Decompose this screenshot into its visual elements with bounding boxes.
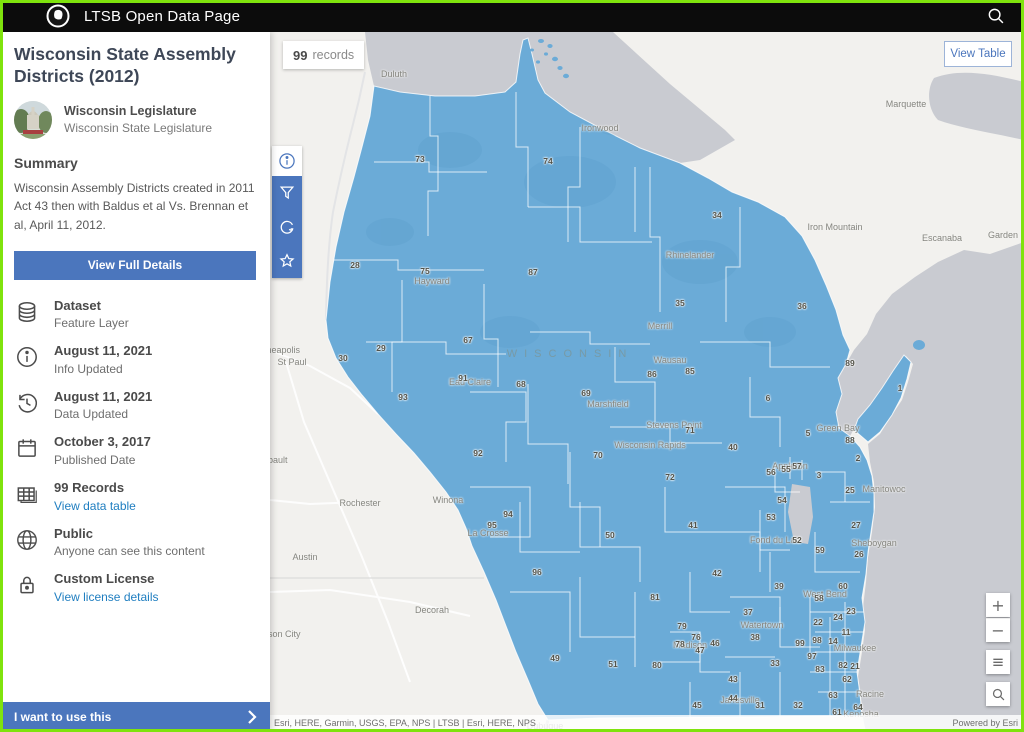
records-label: records [312,48,354,62]
meta-sub: Feature Layer [54,316,129,330]
i-want-to-use-this-bar[interactable]: I want to use this [0,702,270,732]
org-name[interactable]: Wisconsin Legislature [64,104,212,118]
meta-title: Dataset [54,298,129,314]
zoom-out-button[interactable]: − [986,618,1010,642]
ltsb-open-data-page: LTSB Open Data Page Wisconsin State Asse… [0,0,1024,732]
meta-dataset: Dataset Feature Layer [14,298,256,331]
filter-tool-button[interactable] [272,176,302,210]
meta-title: 99 Records [54,480,136,496]
summary-heading: Summary [14,155,256,171]
magnifier-icon [991,687,1006,702]
chevron-right-icon [246,709,258,725]
metadata-list: Dataset Feature Layer August 11, 2021 In… [14,298,256,604]
meta-data-updated: August 11, 2021 Data Updated [14,389,256,422]
attribution-text: Esri, HERE, Garmin, USGS, EPA, NPS | LTS… [274,718,536,728]
meta-published: October 3, 2017 Published Date [14,434,256,467]
zoom-in-button[interactable]: + [986,593,1010,617]
meta-sub: Anyone can see this content [54,544,205,558]
map-toolbar [272,146,302,278]
cta-label: I want to use this [14,710,111,724]
meta-license: Custom License View license details [14,571,256,604]
filter-funnel-icon [277,183,297,203]
meta-info-updated: August 11, 2021 Info Updated [14,343,256,376]
globe-icon [14,527,40,553]
meta-records: 99 Records View data table [14,480,256,513]
legend-list-icon [990,654,1006,670]
meta-sub: Published Date [54,453,151,467]
meta-title: Custom License [54,571,159,587]
ltsb-logo-icon[interactable] [46,4,70,28]
app-header: LTSB Open Data Page [0,0,1024,32]
table-icon [14,481,40,507]
refresh-tool-button[interactable] [272,210,302,244]
info-icon [14,344,40,370]
history-icon [14,390,40,416]
summary-text: Wisconsin Assembly Districts created in … [14,179,256,235]
meta-sub: Info Updated [54,362,152,376]
sidebar: Wisconsin State Assembly Districts (2012… [0,32,270,732]
database-icon [14,299,40,325]
calendar-icon [14,435,40,461]
records-count: 99 [293,48,307,63]
legend-button[interactable] [986,650,1010,674]
map-attribution: Esri, HERE, Garmin, USGS, EPA, NPS | LTS… [270,715,1024,730]
avatar[interactable] [14,101,52,139]
info-circle-icon [277,151,297,171]
page-title: LTSB Open Data Page [84,8,240,25]
view-data-table-link[interactable]: View data table [54,499,136,513]
meta-sub: Data Updated [54,407,152,421]
map-search-button[interactable] [986,682,1010,706]
meta-title: August 11, 2021 [54,389,152,405]
dataset-title: Wisconsin State Assembly Districts (2012… [14,44,256,88]
view-full-details-button[interactable]: View Full Details [14,251,256,280]
records-badge: 99 records [283,41,364,69]
map-canvas[interactable]: WISCONSIN DuluthIronwoodMarquetteIron Mo… [270,32,1024,732]
org-subtitle: Wisconsin State Legislature [64,121,212,135]
refresh-icon [277,217,297,237]
lock-icon [14,572,40,598]
meta-visibility: Public Anyone can see this content [14,526,256,559]
meta-title: Public [54,526,205,542]
meta-title: October 3, 2017 [54,434,151,450]
powered-by-esri: Powered by Esri [952,718,1018,728]
view-table-button[interactable]: View Table [944,41,1012,67]
info-tool-button[interactable] [272,146,302,176]
search-icon[interactable] [986,6,1006,26]
meta-title: August 11, 2021 [54,343,152,359]
favorite-tool-button[interactable] [272,244,302,278]
view-license-details-link[interactable]: View license details [54,590,159,604]
basemap [270,32,1024,732]
star-icon [277,251,297,271]
